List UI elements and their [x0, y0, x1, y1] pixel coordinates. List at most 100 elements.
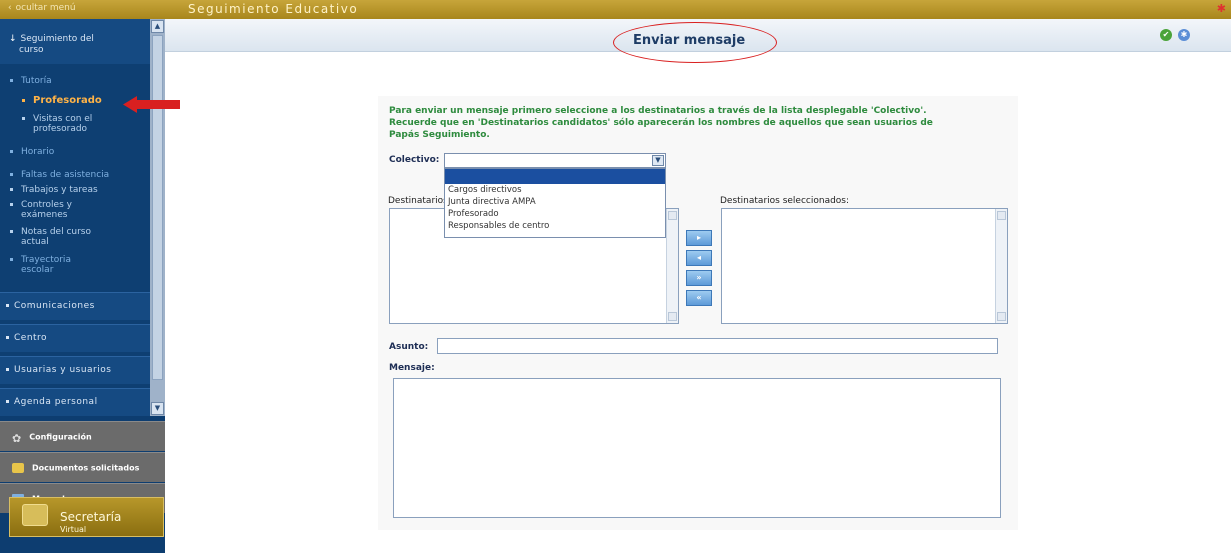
instructions-line-1: Para enviar un mensaje primero seleccion… — [389, 106, 927, 116]
candidatos-label: Destinatarios — [388, 196, 448, 206]
bullet-icon — [10, 258, 13, 261]
course-line-2: curso — [19, 45, 44, 55]
sidebar-item-trayectoria[interactable]: Trayectoria escolar — [10, 255, 71, 275]
mensaje-label: Mensaje: — [389, 363, 435, 373]
bullet-icon — [22, 98, 25, 102]
seleccionados-label: Destinatarios seleccionados: — [720, 196, 850, 206]
sidebar-section-label: Centro — [14, 333, 48, 343]
dropdown-option[interactable]: Junta directiva AMPA — [445, 196, 665, 208]
dropdown-option[interactable]: Profesorado — [445, 208, 665, 220]
sidebar-item-controles[interactable]: Controles y exámenes — [10, 200, 72, 220]
secretaria-label: Secretaría — [60, 510, 122, 524]
dropdown-option-highlighted[interactable] — [445, 169, 665, 184]
sidebar-item-trabajos[interactable]: Trabajos y tareas — [10, 185, 98, 195]
sidebar-item-label: Notas del curso — [21, 227, 91, 237]
sidebar-item-label: Controles y — [21, 200, 72, 210]
close-icon[interactable]: ✱ — [1217, 2, 1226, 15]
scrollbar-thumb[interactable] — [152, 35, 163, 380]
bullet-icon — [6, 336, 9, 339]
sidebar-item-label-2: actual — [21, 237, 49, 247]
hide-menu-link[interactable]: ‹ ocultar menú — [8, 3, 76, 13]
asunto-label: Asunto: — [389, 342, 429, 352]
bullet-icon — [6, 368, 9, 371]
sidebar-item-label: Visitas con el — [33, 114, 93, 124]
bullet-icon — [6, 304, 9, 307]
secretaria-virtual-button[interactable]: Secretaría Virtual — [9, 497, 164, 537]
page-title: Enviar mensaje — [633, 33, 746, 48]
app-title: Seguimiento Educativo — [188, 2, 359, 16]
listbox-scrollbar[interactable] — [666, 209, 678, 323]
sidebar-scrollbar[interactable]: ▲ ▼ — [150, 19, 165, 416]
sidebar-section-label: Agenda personal — [14, 397, 98, 407]
instructions-line-2: Recuerde que en 'Destinatarios candidato… — [389, 118, 933, 128]
sidebar-item-tutoria[interactable]: Tutoría — [10, 76, 52, 86]
secretaria-sublabel: Virtual — [60, 525, 87, 534]
bullet-icon — [10, 150, 13, 153]
sidebar-item-horario[interactable]: Horario — [10, 147, 54, 157]
scroll-up-icon[interactable] — [668, 211, 677, 220]
sidebar-section-agenda[interactable]: Agenda personal — [0, 388, 150, 416]
sidebar-section-comunicaciones[interactable]: Comunicaciones — [0, 292, 150, 320]
sidebar-nav: ↓ Seguimiento del curso Tutoría Profesora… — [0, 19, 150, 416]
sidebar-item-label-2: escolar — [21, 265, 54, 275]
scroll-down-icon[interactable] — [997, 312, 1006, 321]
sidebar-section-centro[interactable]: Centro — [0, 324, 150, 352]
sidebar-item-label: Profesorado — [33, 95, 102, 106]
sidebar-item-label: Configuración — [29, 432, 92, 442]
instructions-line-3: Papás Seguimiento. — [389, 130, 490, 140]
instructions-text: Para enviar un mensaje primero seleccion… — [389, 105, 979, 141]
bullet-icon: ↓ — [9, 34, 17, 44]
hide-menu-label: ocultar menú — [15, 3, 76, 13]
settings-icon[interactable]: ✱ — [1178, 29, 1190, 41]
add-all-button[interactable]: » — [686, 270, 712, 286]
sidebar-item-label: Documentos solicitados — [32, 463, 140, 473]
remove-one-button[interactable]: ◂ — [686, 250, 712, 266]
chevron-left-icon: ‹ — [8, 3, 12, 13]
sidebar-section-usuarios[interactable]: Usuarias y usuarios — [0, 356, 150, 384]
secretaria-icon — [22, 504, 48, 526]
asunto-input[interactable] — [437, 338, 998, 354]
listbox-scrollbar[interactable] — [995, 209, 1007, 323]
bullet-icon — [10, 203, 13, 206]
course-line-1: Seguimiento del — [20, 34, 94, 44]
dropdown-option[interactable]: Responsables de centro — [445, 220, 665, 232]
chevron-down-icon[interactable]: ▼ — [652, 155, 664, 166]
scroll-down-icon[interactable] — [668, 312, 677, 321]
gear-icon: ✿ — [12, 432, 22, 445]
sidebar-section-course[interactable]: ↓ Seguimiento del curso — [0, 19, 150, 64]
sidebar-item-visitas[interactable]: Visitas con el profesorado — [22, 114, 92, 134]
check-icon[interactable]: ✔ — [1160, 29, 1172, 41]
scroll-down-icon[interactable]: ▼ — [151, 402, 164, 415]
sidebar-item-notas[interactable]: Notas del curso actual — [10, 227, 91, 247]
dropdown-option[interactable]: Cargos directivos — [445, 184, 665, 196]
folder-icon — [12, 463, 24, 473]
colectivo-label: Colectivo: — [389, 155, 440, 165]
remove-all-button[interactable]: « — [686, 290, 712, 306]
sidebar-section-label: Usuarias y usuarios — [14, 365, 112, 375]
bullet-icon — [10, 188, 13, 191]
sidebar-item-configuracion[interactable]: ✿ Configuración — [0, 421, 165, 451]
sidebar-item-profesorado[interactable]: Profesorado — [22, 96, 102, 106]
bullet-icon — [10, 173, 13, 176]
add-one-button[interactable]: ▸ — [686, 230, 712, 246]
bullet-icon — [22, 117, 25, 120]
colectivo-dropdown-list: Cargos directivos Junta directiva AMPA P… — [444, 168, 666, 238]
colectivo-select[interactable]: ▼ — [444, 153, 666, 168]
seleccionados-listbox[interactable] — [721, 208, 1008, 324]
sidebar-item-label-2: profesorado — [33, 124, 88, 134]
bullet-icon — [10, 79, 13, 82]
sidebar-item-label-2: exámenes — [21, 210, 68, 220]
sidebar-section-label: Comunicaciones — [14, 301, 95, 311]
sidebar-item-label: Horario — [21, 147, 55, 157]
sidebar-item-label: Trabajos y tareas — [21, 185, 98, 195]
scroll-up-icon[interactable]: ▲ — [151, 20, 164, 33]
sidebar-item-label: Tutoría — [21, 76, 52, 86]
sidebar-item-label: Trayectoria — [21, 255, 71, 265]
mensaje-textarea[interactable] — [393, 378, 1001, 518]
red-arrow-annotation — [123, 96, 180, 113]
top-bar: ‹ ocultar menú Seguimiento Educativo ✱ — [0, 0, 1231, 19]
sidebar-item-faltas[interactable]: Faltas de asistencia — [10, 170, 109, 180]
bullet-icon — [6, 400, 9, 403]
scroll-up-icon[interactable] — [997, 211, 1006, 220]
sidebar-item-documentos[interactable]: Documentos solicitados — [0, 452, 165, 482]
